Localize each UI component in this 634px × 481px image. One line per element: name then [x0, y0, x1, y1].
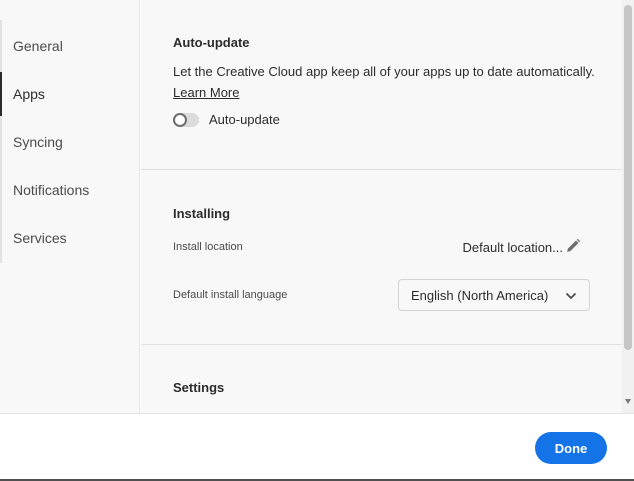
sidebar: General Apps Syncing Notifications Servi… [0, 0, 140, 413]
select-value: English (North America) [411, 287, 549, 303]
sidebar-item-indicator [0, 168, 2, 212]
toggle-knob [173, 112, 187, 127]
auto-update-toggle-row: Auto-update [173, 112, 280, 127]
main-panel: Auto-update Let the Creative Cloud app k… [141, 0, 634, 413]
install-language-select[interactable]: English (North America) [398, 279, 590, 311]
auto-update-description: Let the Creative Cloud app keep all of y… [173, 64, 595, 79]
done-button[interactable]: Done [535, 432, 607, 464]
sidebar-item-label: Notifications [13, 182, 90, 198]
sidebar-item-apps[interactable]: Apps [0, 70, 139, 118]
scrollbar-thumb[interactable] [624, 5, 632, 350]
sidebar-item-indicator [0, 72, 2, 116]
section-title: Installing [173, 206, 231, 221]
install-location-value[interactable]: Default location... [463, 240, 563, 255]
sidebar-item-indicator [0, 120, 2, 164]
sidebar-item-syncing[interactable]: Syncing [0, 118, 139, 166]
toggle-label: Auto-update [209, 112, 280, 127]
sidebar-item-label: Services [13, 230, 67, 246]
sidebar-item-notifications[interactable]: Notifications [0, 166, 139, 214]
pencil-icon[interactable] [565, 238, 581, 254]
default-language-label: Default install language [173, 289, 288, 301]
chevron-down-icon [565, 292, 577, 300]
auto-update-toggle[interactable] [173, 112, 199, 127]
preferences-window: General Apps Syncing Notifications Servi… [0, 0, 634, 481]
scroll-down-arrow-icon[interactable] [625, 399, 631, 404]
scrollbar[interactable] [622, 0, 634, 413]
sidebar-item-general[interactable]: General [0, 22, 139, 70]
sidebar-item-label: Syncing [13, 134, 63, 150]
installing-section: Installing [141, 170, 622, 345]
auto-update-section: Auto-update Let the Creative Cloud app k… [141, 0, 622, 170]
install-location-label: Install location [173, 241, 243, 253]
section-title: Auto-update [173, 35, 250, 50]
settings-section: Settings [141, 345, 622, 413]
learn-more-link[interactable]: Learn More [173, 85, 239, 100]
sidebar-item-label: Apps [13, 86, 45, 102]
sidebar-item-services[interactable]: Services [0, 214, 139, 262]
section-title: Settings [173, 380, 225, 395]
dialog-footer: Done [0, 413, 634, 479]
sidebar-item-label: General [13, 38, 63, 54]
sidebar-item-indicator [0, 216, 2, 260]
sidebar-item-indicator [0, 24, 2, 68]
